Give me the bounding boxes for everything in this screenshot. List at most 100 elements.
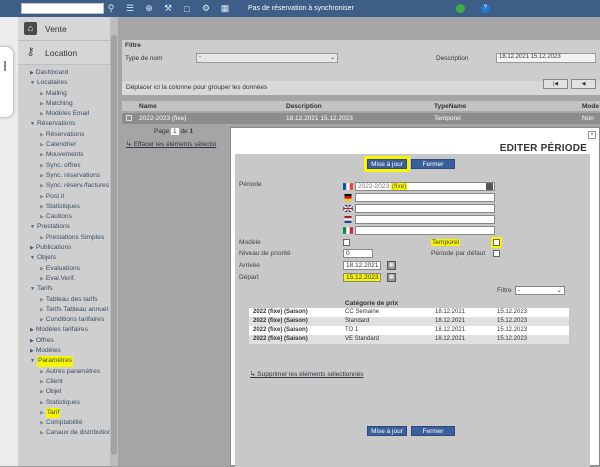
table-row[interactable]: 2022 (fixe) (Saison) VE Standard 18.12.202…: [249, 335, 569, 344]
search-icon[interactable]: ⚲: [106, 3, 116, 14]
tools-icon[interactable]: ⚒: [163, 3, 173, 14]
sidebar-item[interactable]: ▶ Cautions: [18, 212, 110, 222]
sidebar-item[interactable]: ▶ Tableau des tarifs: [18, 295, 110, 305]
translate-icon[interactable]: [486, 183, 493, 190]
sidebar-item[interactable]: ▶ Prestations Simples: [18, 233, 110, 243]
sidebar-item[interactable]: ▶ Mailing: [18, 89, 110, 99]
gear-icon[interactable]: ⚙: [201, 3, 211, 14]
caret-right-icon: ▶: [40, 430, 44, 437]
period-fr-input[interactable]: 2022-2023 (fixe): [355, 182, 495, 191]
page-indicator: Page 1 de 1: [154, 128, 193, 135]
caret-down-icon: ▼: [30, 80, 35, 87]
sync-icon[interactable]: [455, 4, 465, 13]
table-row[interactable]: 2022 (fixe) (Saison) CC Semaine 18.12.2021…: [249, 308, 569, 317]
cell-start: 18.12.2021: [435, 327, 466, 333]
help-icon[interactable]: ?: [480, 4, 490, 13]
sidebar-item[interactable]: ▶ Offres: [18, 336, 110, 346]
sidebar-item[interactable]: ▶ Tarifs Tableau annuel: [18, 305, 110, 315]
delete-selected-link[interactable]: ↳ Supprimer les éléments sélectionnés: [250, 370, 363, 378]
sidebar-item[interactable]: ▶ Matching: [18, 99, 110, 109]
pager-controls: |◀ ◀: [543, 79, 596, 89]
scroll-thumb[interactable]: [111, 35, 117, 455]
sidebar-item[interactable]: ▶ Eval.Verif.: [18, 274, 110, 284]
sidebar-scrollbar[interactable]: [110, 17, 118, 466]
group-panel[interactable]: Déplacer ici la colonne pour grouper les…: [122, 81, 600, 95]
period-en-input[interactable]: [355, 204, 495, 213]
note-icon[interactable]: □: [182, 4, 192, 14]
table-row[interactable]: 2022-2023 (fixe) 18.12.2021 15.12.2023 T…: [122, 113, 600, 124]
period-nl-input[interactable]: [355, 215, 495, 224]
save-button-bottom[interactable]: Mise à jour: [367, 426, 407, 436]
caret-right-icon: ▶: [40, 420, 44, 427]
sidebar-item[interactable]: ▶ Post it: [18, 192, 110, 202]
sidebar-item[interactable]: ▶ Conditions tarifaires: [18, 315, 110, 325]
search-input[interactable]: [21, 3, 104, 14]
sidebar-item[interactable]: ▼ Prestations: [18, 222, 110, 232]
sidebar-item[interactable]: ▶ Statistiques: [18, 202, 110, 212]
sidebar-item[interactable]: ▶ Statistiques: [18, 398, 110, 408]
type-label: Type de nom: [125, 55, 163, 62]
model-checkbox[interactable]: [343, 239, 350, 246]
sidebar-item[interactable]: ▼ Tarifs: [18, 284, 110, 294]
cell-category: Standard: [345, 318, 370, 324]
period-de-input[interactable]: [355, 193, 495, 202]
page-num[interactable]: 1: [171, 128, 179, 135]
first-page-button[interactable]: |◀: [543, 79, 568, 89]
sidebar-item[interactable]: ▶ Sync. réserv./factures: [18, 181, 110, 191]
filter-select[interactable]: - ⌄: [515, 286, 565, 295]
sidebar-item[interactable]: ▶ Client: [18, 377, 110, 387]
sidebar-item[interactable]: ▶ Modèles: [18, 346, 110, 356]
col-mode[interactable]: Mode: [582, 103, 599, 110]
close-button-bottom[interactable]: Fermer: [411, 426, 455, 436]
arrival-label: Arrivée: [239, 262, 260, 269]
side-tab[interactable]: [0, 47, 13, 117]
plus-icon[interactable]: ⊕: [144, 3, 154, 14]
sidebar-item[interactable]: ▶ Sync. offres: [18, 161, 110, 171]
sidebar-item[interactable]: ▼ Objets: [18, 253, 110, 263]
arrival-input[interactable]: 18.12.2021: [343, 261, 381, 270]
sidebar-item[interactable]: ▶ Autres paramètres: [18, 367, 110, 377]
col-name[interactable]: Name: [139, 103, 157, 110]
calendar-icon[interactable]: ▦: [387, 261, 396, 270]
default-period-checkbox[interactable]: [493, 250, 500, 257]
table-row[interactable]: 2022 (fixe) (Saison) TO 1 18.12.2021 15.12.…: [249, 326, 569, 335]
grid-icon[interactable]: ▦: [220, 3, 230, 14]
sidebar-item[interactable]: ▼ Paramètres: [18, 356, 110, 367]
sidebar-sale[interactable]: ⌂ Vente: [18, 17, 110, 41]
sidebar-item[interactable]: ▶ Calendrier: [18, 140, 110, 150]
row-checkbox[interactable]: [126, 115, 132, 121]
sidebar-item[interactable]: ▶ Modèles tarifaires: [18, 325, 110, 335]
sidebar-item[interactable]: ▶ Tarif: [18, 407, 110, 419]
table-row[interactable]: 2022 (fixe) (Saison) Standard 18.12.2021 15…: [249, 317, 569, 326]
sidebar-item[interactable]: ▶ Publications: [18, 243, 110, 253]
priority-input[interactable]: 0: [343, 249, 373, 258]
sidebar-item[interactable]: ▼ Locataires: [18, 78, 110, 88]
sidebar-item[interactable]: ▶ Dashboard: [18, 68, 110, 78]
model-label: Modèle: [239, 239, 261, 246]
description-input[interactable]: 18.12.2021 15.12.2023: [496, 53, 596, 63]
close-icon[interactable]: ×: [588, 131, 596, 139]
period-it-input[interactable]: [355, 226, 495, 235]
temporal-checkbox[interactable]: [493, 239, 500, 246]
save-button[interactable]: Mise à jour: [367, 159, 407, 169]
calendar-icon[interactable]: ▦: [387, 273, 396, 282]
sidebar-item[interactable]: ▶ Comptabilité: [18, 418, 110, 428]
sidebar-item[interactable]: ▶ Modèles Email: [18, 109, 110, 119]
sidebar-item[interactable]: ▶ Canaux de distribution: [18, 428, 111, 438]
col-typename[interactable]: TypeName: [434, 103, 466, 110]
delete-selected-link[interactable]: ↳ Effacer les éléments sélectio: [126, 140, 216, 148]
sidebar-item[interactable]: ▶ Sync. réservations: [18, 171, 110, 181]
table-header: Catégorie de prix: [249, 298, 569, 308]
type-select[interactable]: - ⌄: [196, 53, 338, 63]
sidebar-item[interactable]: ▶ Evaluations: [18, 264, 110, 274]
col-description[interactable]: Description: [286, 103, 322, 110]
list-icon[interactable]: ☰: [125, 3, 135, 14]
prev-page-button[interactable]: ◀: [571, 79, 596, 89]
sidebar-item[interactable]: ▶ Objet: [18, 387, 110, 397]
sidebar-item[interactable]: ▶ Réservations: [18, 130, 110, 140]
sidebar-rental[interactable]: ⚷ Location: [18, 41, 110, 65]
sidebar-item[interactable]: ▶ Mouvements: [18, 150, 110, 160]
departure-input[interactable]: 15.12.2023: [343, 273, 381, 282]
close-button[interactable]: Fermer: [411, 159, 455, 169]
sidebar-item[interactable]: ▼ Réservations: [18, 119, 110, 129]
